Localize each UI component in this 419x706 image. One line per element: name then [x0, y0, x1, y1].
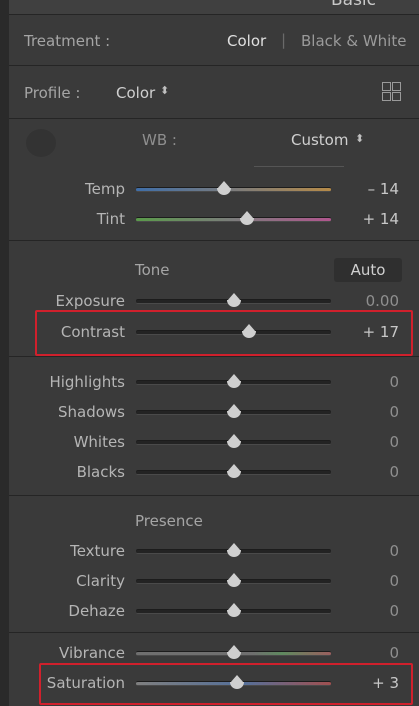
whites-slider-thumb[interactable] [226, 434, 241, 448]
shadows-slider-thumb[interactable] [226, 404, 241, 418]
highlights-value[interactable]: 0 [339, 373, 399, 391]
blacks-slider-thumb[interactable] [226, 464, 241, 478]
treatment-color-option[interactable]: Color [227, 32, 266, 50]
texture-slider-thumb[interactable] [226, 543, 241, 557]
profile-label: Profile : [24, 84, 81, 102]
tone-heading: Tone [135, 261, 170, 279]
vibrance-value[interactable]: 0 [339, 644, 399, 662]
highlights-label: Highlights [49, 373, 125, 391]
temp-slider-thumb[interactable] [216, 181, 231, 195]
clarity-slider-thumb[interactable] [226, 573, 241, 587]
exposure-slider-thumb[interactable] [226, 293, 241, 307]
auto-button[interactable]: Auto [334, 258, 402, 282]
vibrance-label: Vibrance [59, 644, 125, 662]
treatment-divider: | [281, 31, 287, 49]
profile-dropdown[interactable]: Color [116, 84, 155, 102]
whites-label: Whites [73, 433, 125, 451]
wb-dropdown-arrows-icon: ⬍ [355, 132, 365, 145]
texture-value[interactable]: 0 [339, 542, 399, 560]
wb-underline [254, 166, 344, 167]
divider [9, 495, 419, 496]
clarity-value[interactable]: 0 [339, 572, 399, 590]
divider [9, 240, 419, 241]
tint-slider-track[interactable] [136, 217, 331, 222]
dehaze-label: Dehaze [68, 602, 125, 620]
divider [9, 632, 419, 633]
tint-slider-thumb[interactable] [240, 211, 255, 225]
panel-header[interactable]: Basic [9, 0, 419, 14]
exposure-value[interactable]: 0.00 [339, 292, 399, 310]
shadows-value[interactable]: 0 [339, 403, 399, 421]
vibrance-slider-thumb[interactable] [226, 645, 241, 659]
grid-icon[interactable] [382, 82, 401, 101]
contrast-highlight-box [35, 310, 413, 356]
texture-label: Texture [70, 542, 125, 560]
temp-slider-track[interactable] [136, 187, 331, 192]
highlights-slider-thumb[interactable] [226, 374, 241, 388]
exposure-label: Exposure [55, 292, 125, 310]
dehaze-slider-thumb[interactable] [226, 603, 241, 617]
saturation-highlight-box [39, 663, 413, 705]
divider [9, 65, 419, 66]
tint-label: Tint [96, 210, 125, 228]
whites-value[interactable]: 0 [339, 433, 399, 451]
dehaze-value[interactable]: 0 [339, 602, 399, 620]
clarity-label: Clarity [76, 572, 125, 590]
tint-value[interactable]: + 14 [339, 210, 399, 228]
shadows-label: Shadows [57, 403, 125, 421]
blacks-value[interactable]: 0 [339, 463, 399, 481]
wb-label: WB : [142, 131, 177, 149]
treatment-bw-option[interactable]: Black & White [301, 32, 406, 50]
treatment-label: Treatment : [24, 32, 111, 50]
divider [9, 356, 419, 357]
eyedropper-icon[interactable] [26, 129, 56, 157]
profile-dropdown-arrows-icon: ⬍ [160, 84, 170, 97]
divider [9, 118, 419, 119]
divider [9, 14, 419, 15]
temp-label: Temp [85, 180, 125, 198]
panel-title: Basic [331, 0, 377, 10]
presence-heading: Presence [135, 512, 203, 530]
wb-dropdown[interactable]: Custom [291, 131, 348, 149]
blacks-label: Blacks [76, 463, 125, 481]
temp-value[interactable]: – 14 [339, 180, 399, 198]
